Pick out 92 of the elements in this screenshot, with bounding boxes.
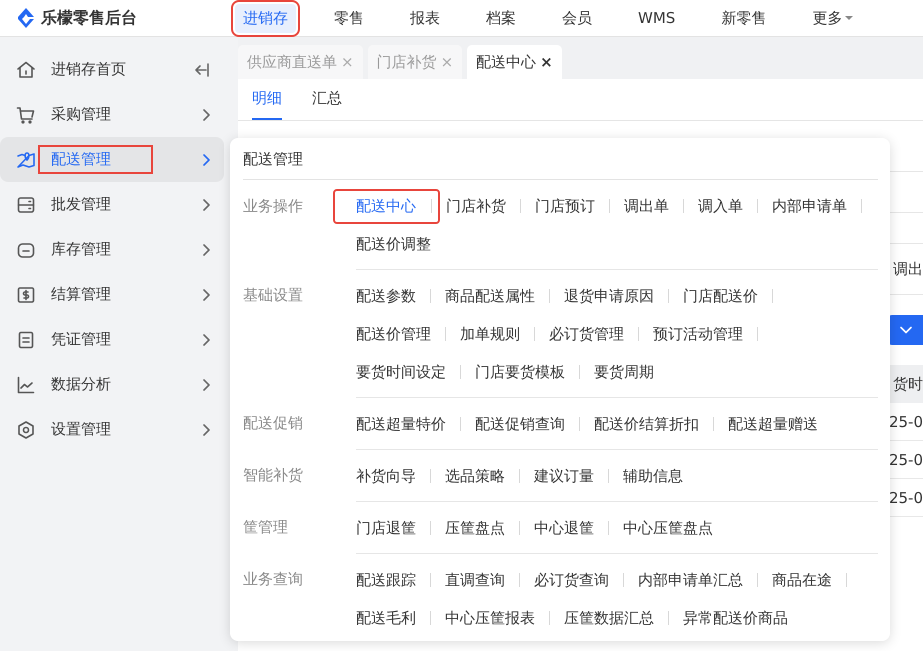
page-tab[interactable]: 配送中心 × <box>467 45 562 79</box>
drawer-icon <box>16 194 36 214</box>
nav-tab[interactable]: 会员 <box>554 4 600 32</box>
chevron-icon <box>202 242 210 256</box>
chart-icon <box>16 374 36 394</box>
menu-link[interactable]: 压筐盘点 <box>445 518 505 538</box>
sidebar-item[interactable]: 设置管理 <box>0 407 224 452</box>
chevron-icon <box>202 108 210 122</box>
filter-label: 调出 <box>893 260 923 278</box>
nav-tab[interactable]: 报表 <box>402 4 448 32</box>
menu-link[interactable]: 配送超量特价 <box>356 414 446 434</box>
app-title: 乐檬零售后台 <box>41 8 137 28</box>
sidebar-item[interactable]: 批发管理 <box>0 182 224 227</box>
nav-tab[interactable]: 更多 <box>804 4 862 32</box>
sidebar-item[interactable]: 库存管理 <box>0 227 224 272</box>
table-cell: 25-0 <box>888 450 923 468</box>
menu-link[interactable]: 商品配送属性 <box>445 286 535 306</box>
nav-tab[interactable]: 进销存 <box>235 4 296 32</box>
chevron-icon <box>202 332 210 346</box>
caret-icon <box>845 15 854 21</box>
chevron-icon <box>202 152 210 166</box>
nav-tab[interactable]: WMS <box>630 4 684 32</box>
table-cell: 25-0 <box>888 488 923 506</box>
table-cell: 25-0 <box>888 412 923 430</box>
hexagon-icon <box>16 420 36 440</box>
sidebar-item[interactable]: 凭证管理 <box>0 317 224 362</box>
menu-link[interactable]: 配送促销查询 <box>475 414 565 434</box>
document-icon <box>16 330 36 350</box>
menu-link[interactable]: 异常配送价商品 <box>683 608 788 628</box>
menu-link[interactable]: 选品策略 <box>445 466 505 486</box>
chevron-icon <box>202 378 210 392</box>
menu-link[interactable]: 辅助信息 <box>623 466 683 486</box>
menu-link[interactable]: 退货申请原因 <box>564 286 654 306</box>
menu-link[interactable]: 门店退筐 <box>356 518 416 538</box>
nav-tab[interactable]: 零售 <box>326 4 372 32</box>
menu-link[interactable]: 预订活动管理 <box>653 324 743 344</box>
menu-link[interactable]: 必订货查询 <box>534 570 609 590</box>
collapse-icon <box>194 62 210 76</box>
chevron-icon <box>202 198 210 212</box>
menu-link[interactable]: 配送价结算折扣 <box>594 414 699 434</box>
menu-link[interactable]: 压筐数据汇总 <box>564 608 654 628</box>
sidebar-item[interactable]: 结算管理 <box>0 272 224 317</box>
map-icon <box>16 150 36 170</box>
menu-link[interactable]: 必订货管理 <box>549 324 624 344</box>
menu-link[interactable]: 调出单 <box>624 196 669 216</box>
cart-icon <box>16 104 36 124</box>
sub-tab[interactable]: 汇总 <box>312 89 342 120</box>
menu-link[interactable]: 内部申请单汇总 <box>638 570 743 590</box>
menu-link[interactable]: 配送毛利 <box>356 608 416 628</box>
sidebar-item[interactable]: 配送管理 <box>0 137 224 182</box>
menu-link[interactable]: 中心压筐盘点 <box>623 518 713 538</box>
sidebar-item[interactable]: 采购管理 <box>0 92 224 137</box>
chevron-icon <box>202 288 210 302</box>
section-label: 基础设置 <box>243 286 303 304</box>
chevron-icon <box>900 326 912 334</box>
menu-link[interactable]: 门店补货 <box>446 196 506 216</box>
menu-link[interactable]: 内部申请单 <box>772 196 847 216</box>
section-label: 筐管理 <box>243 518 288 536</box>
section-label: 智能补货 <box>243 466 303 484</box>
section-label: 业务查询 <box>243 570 303 588</box>
menu-link[interactable]: 门店配送价 <box>683 286 758 306</box>
menu-link[interactable]: 要货周期 <box>594 362 654 382</box>
dollar-icon <box>16 284 36 304</box>
home-icon <box>16 60 36 80</box>
nav-tab[interactable]: 档案 <box>478 4 524 32</box>
menu-link[interactable]: 中心退筐 <box>534 518 594 538</box>
menu-link[interactable]: 加单规则 <box>460 324 520 344</box>
menu-title: 配送管理 <box>243 149 303 169</box>
menu-link[interactable]: 配送参数 <box>356 286 416 306</box>
menu-link[interactable]: 配送跟踪 <box>356 570 416 590</box>
menu-link[interactable]: 调入单 <box>698 196 743 216</box>
menu-link[interactable]: 中心压筐报表 <box>445 608 535 628</box>
chevron-icon <box>202 422 210 436</box>
menu-link[interactable]: 配送中心 <box>335 190 438 222</box>
menu-link[interactable]: 直调查询 <box>445 570 505 590</box>
sidebar-item[interactable]: 数据分析 <box>0 362 224 407</box>
dropdown-button[interactable] <box>888 315 923 345</box>
menu-link[interactable]: 配送超量赠送 <box>728 414 818 434</box>
menu-link[interactable]: 要货时间设定 <box>356 362 446 382</box>
menu-link[interactable]: 补货向导 <box>356 466 416 486</box>
menu-link[interactable]: 配送价管理 <box>356 324 431 344</box>
section-label: 配送促销 <box>243 414 303 432</box>
menu-link[interactable]: 配送价调整 <box>356 234 431 254</box>
nav-tab[interactable]: 新零售 <box>713 4 774 32</box>
menu-link[interactable]: 商品在途 <box>772 570 832 590</box>
section-label: 业务操作 <box>243 197 303 215</box>
menu-link[interactable]: 门店要货模板 <box>475 362 565 382</box>
sidebar-item[interactable]: 进销存首页 <box>0 47 224 92</box>
logo-icon <box>17 7 35 29</box>
menu-link[interactable]: 门店预订 <box>535 196 595 216</box>
menu-link[interactable]: 建议订量 <box>534 466 594 486</box>
close-icon[interactable]: × <box>540 53 553 71</box>
